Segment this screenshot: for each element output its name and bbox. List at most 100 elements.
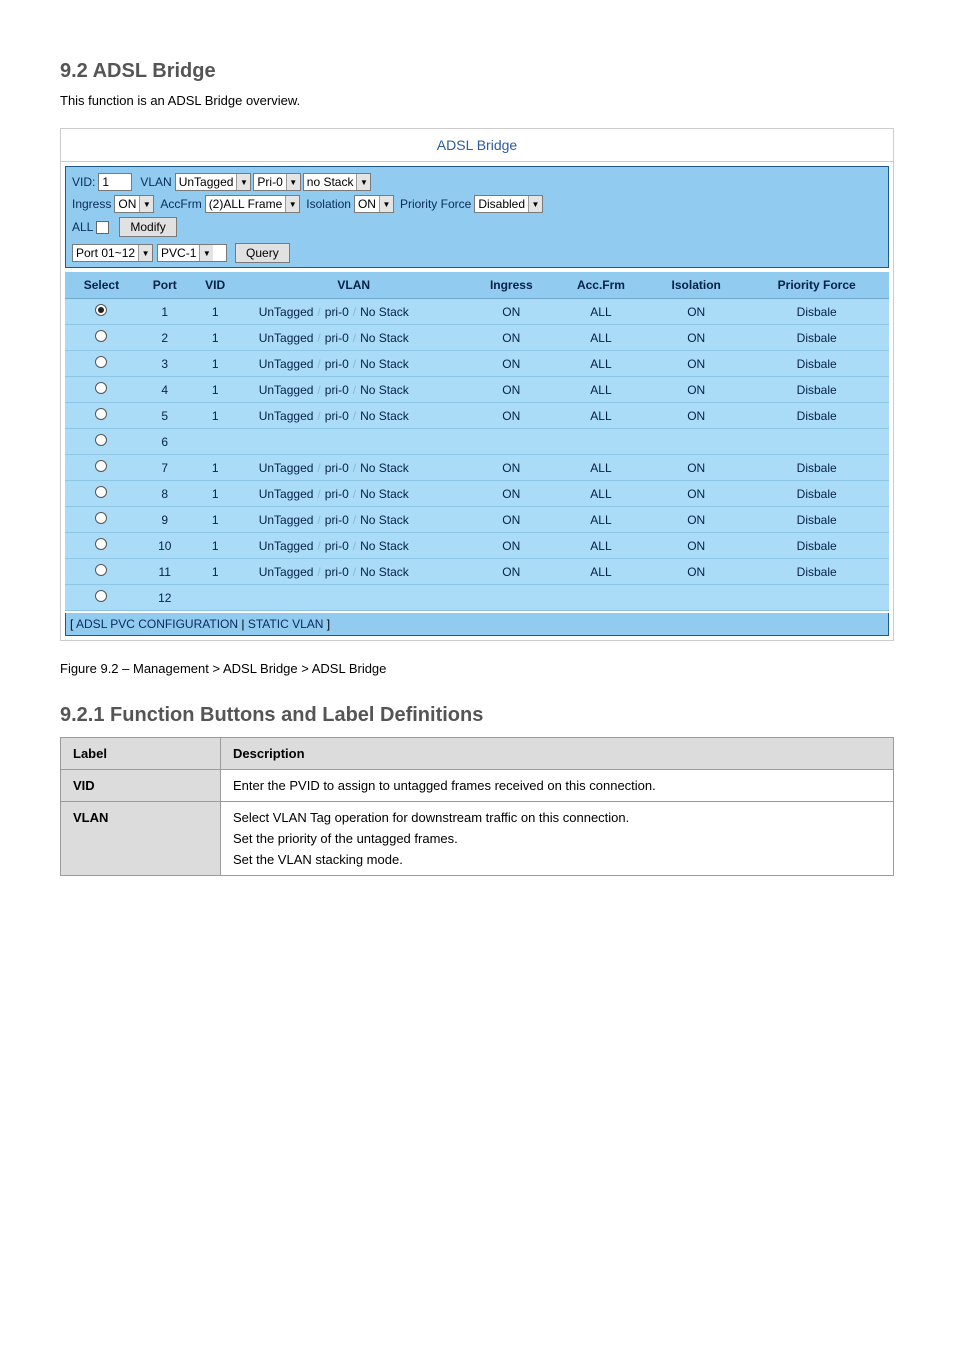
cell-ingress: ON <box>469 299 554 325</box>
deftable-r2-p1: Select VLAN Tag operation for downstream… <box>233 810 881 825</box>
cell-priority: Disbale <box>744 559 889 585</box>
cell-vid: 1 <box>192 403 239 429</box>
vlan-label: VLAN <box>140 175 171 189</box>
deftable-h2: Description <box>221 738 894 770</box>
all-label: ALL <box>72 220 93 234</box>
all-checkbox[interactable] <box>96 221 109 234</box>
cell-isolation: ON <box>648 299 744 325</box>
cell-vid: 1 <box>192 351 239 377</box>
vid-input[interactable] <box>98 173 132 191</box>
row-radio[interactable] <box>95 408 107 420</box>
cell-select <box>65 559 138 585</box>
cell-priority: Disbale <box>744 507 889 533</box>
row-radio[interactable] <box>95 460 107 472</box>
vid-label: VID: <box>72 175 95 189</box>
chevron-down-icon: ▼ <box>285 196 299 212</box>
ingress-select[interactable]: ON▼ <box>114 195 154 213</box>
priority-select[interactable]: Pri-0▼ <box>253 173 300 191</box>
link-static-vlan[interactable]: STATIC VLAN <box>248 617 324 631</box>
table-row: 41UnTagged/pri-0/No StackONALLONDisbale <box>65 377 889 403</box>
cell-vlan: UnTagged/pri-0/No Stack <box>239 377 469 403</box>
row-radio[interactable] <box>95 590 107 602</box>
chevron-down-icon: ▼ <box>199 245 213 261</box>
port-range-select[interactable]: Port 01~12▼ <box>72 244 153 262</box>
cell-vid <box>192 585 239 611</box>
col-port: Port <box>138 272 192 299</box>
cell-select <box>65 429 138 455</box>
toolbar: VID: VLAN UnTagged▼ Pri-0▼ no Stack▼ Ing… <box>65 166 889 268</box>
cell-priority <box>744 585 889 611</box>
row-radio[interactable] <box>95 382 107 394</box>
cell-ingress: ON <box>469 507 554 533</box>
cell-select <box>65 403 138 429</box>
chevron-down-icon: ▼ <box>286 174 300 190</box>
pvc-select-value: PVC-1 <box>161 246 196 260</box>
priority-force-label: Priority Force <box>400 197 471 211</box>
row-radio[interactable] <box>95 538 107 550</box>
row-radio[interactable] <box>95 330 107 342</box>
cell-accfrm: ALL <box>554 351 648 377</box>
isolation-select[interactable]: ON▼ <box>354 195 394 213</box>
figure-adsl-bridge: ADSL Bridge VID: VLAN UnTagged▼ Pri-0▼ n… <box>60 128 894 641</box>
link-adsl-pvc-config[interactable]: ADSL PVC CONFIGURATION <box>76 617 238 631</box>
cell-port: 3 <box>138 351 192 377</box>
cell-vlan: UnTagged/pri-0/No Stack <box>239 507 469 533</box>
row-radio[interactable] <box>95 512 107 524</box>
cell-vlan <box>239 585 469 611</box>
col-priority-force: Priority Force <box>744 272 889 299</box>
cell-vlan: UnTagged/pri-0/No Stack <box>239 325 469 351</box>
deftable-r2-label: VLAN <box>61 802 221 876</box>
cell-port: 9 <box>138 507 192 533</box>
vlan-select-value: UnTagged <box>179 175 234 189</box>
page-intro: This function is an ADSL Bridge overview… <box>60 93 894 108</box>
cell-port: 2 <box>138 325 192 351</box>
row-radio[interactable] <box>95 564 107 576</box>
cell-port: 1 <box>138 299 192 325</box>
table-row: 71UnTagged/pri-0/No StackONALLONDisbale <box>65 455 889 481</box>
cell-port: 12 <box>138 585 192 611</box>
stack-select[interactable]: no Stack▼ <box>303 173 372 191</box>
priority-force-select[interactable]: Disabled▼ <box>474 195 543 213</box>
cell-ingress: ON <box>469 377 554 403</box>
pvc-select[interactable]: PVC-1▼ <box>157 244 227 262</box>
table-row: 91UnTagged/pri-0/No StackONALLONDisbale <box>65 507 889 533</box>
table-row: 31UnTagged/pri-0/No StackONALLONDisbale <box>65 351 889 377</box>
cell-ingress: ON <box>469 351 554 377</box>
ingress-select-value: ON <box>118 197 136 211</box>
col-vid: VID <box>192 272 239 299</box>
figure-heading: ADSL Bridge <box>61 129 893 162</box>
col-vlan: VLAN <box>239 272 469 299</box>
chevron-down-icon: ▼ <box>528 196 542 212</box>
query-button[interactable]: Query <box>235 243 290 263</box>
table-row: 11UnTagged/pri-0/No StackONALLONDisbale <box>65 299 889 325</box>
priority-force-select-value: Disabled <box>478 197 525 211</box>
toolbar-row-3: ALL Modify <box>72 217 882 237</box>
table-row: 21UnTagged/pri-0/No StackONALLONDisbale <box>65 325 889 351</box>
row-radio[interactable] <box>95 356 107 368</box>
row-radio[interactable] <box>95 304 107 316</box>
toolbar-row-4: Port 01~12▼ PVC-1▼ Query <box>72 243 882 263</box>
row-radio[interactable] <box>95 434 107 446</box>
accfrm-select[interactable]: (2)ALL Frame▼ <box>205 195 301 213</box>
cell-isolation: ON <box>648 403 744 429</box>
row-radio[interactable] <box>95 486 107 498</box>
cell-accfrm <box>554 429 648 455</box>
cell-priority: Disbale <box>744 299 889 325</box>
table-row: 81UnTagged/pri-0/No StackONALLONDisbale <box>65 481 889 507</box>
cell-accfrm: ALL <box>554 299 648 325</box>
cell-accfrm: ALL <box>554 507 648 533</box>
cell-select <box>65 585 138 611</box>
accfrm-label: AccFrm <box>160 197 201 211</box>
vlan-select[interactable]: UnTagged▼ <box>175 173 252 191</box>
cell-port: 6 <box>138 429 192 455</box>
cell-isolation: ON <box>648 455 744 481</box>
cell-priority: Disbale <box>744 455 889 481</box>
ingress-label: Ingress <box>72 197 111 211</box>
cell-priority: Disbale <box>744 481 889 507</box>
cell-isolation: ON <box>648 533 744 559</box>
cell-ingress: ON <box>469 481 554 507</box>
cell-isolation: ON <box>648 377 744 403</box>
toolbar-row-1: VID: VLAN UnTagged▼ Pri-0▼ no Stack▼ <box>72 173 882 191</box>
cell-isolation: ON <box>648 559 744 585</box>
modify-button[interactable]: Modify <box>119 217 176 237</box>
